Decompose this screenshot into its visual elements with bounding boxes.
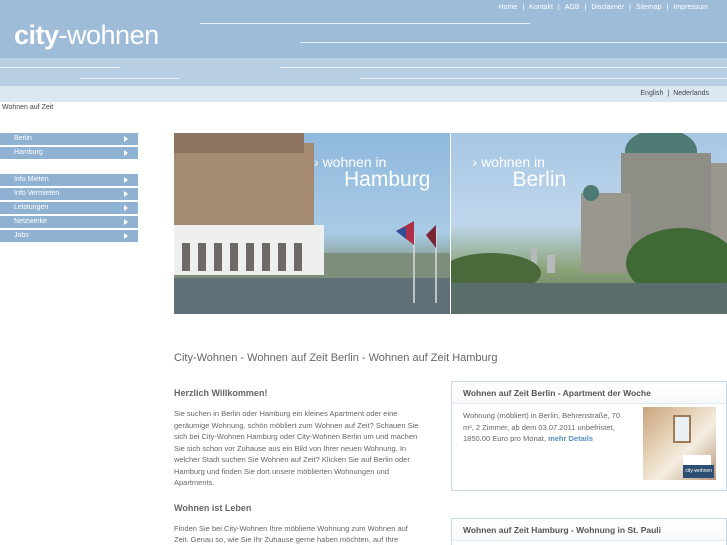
sidebar-item-label: Berlin <box>14 135 32 142</box>
main-content: Herzlich Willkommen! Sie suchen in Berli… <box>174 388 424 545</box>
site-logo[interactable]: city-wohnen <box>14 20 159 50</box>
sidebar-item-jobs[interactable]: Jobs <box>0 230 138 242</box>
hero-banner: › wohnen in Hamburg › wohnen in Berlin <box>174 133 727 314</box>
sidebar-item-berlin[interactable]: Berlin <box>0 133 138 145</box>
sidebar-item-info-mieten[interactable]: Info Mieten <box>0 174 138 186</box>
hero-berlin[interactable]: › wohnen in Berlin <box>450 133 727 314</box>
apartment-of-week-body: Wohnung (möbliert) in Berlin, Behrenstra… <box>452 404 726 480</box>
topnav-agb[interactable]: AGB <box>560 4 585 11</box>
topnav-sitemap[interactable]: Sitemap <box>631 4 667 11</box>
language-switcher: English | Nederlands <box>636 90 713 97</box>
sidebar-item-info-vermieten[interactable]: Info Vermieten <box>0 188 138 200</box>
topnav-kontakt[interactable]: Kontakt <box>524 4 558 11</box>
topnav-impressum[interactable]: Impressum <box>668 4 713 11</box>
lang-nederlands[interactable]: Nederlands <box>669 90 713 97</box>
header-line <box>200 23 530 24</box>
chevron-right-icon <box>124 191 128 197</box>
breadcrumb: Wohnen auf Zeit <box>2 104 54 111</box>
page-title: City-Wohnen - Wohnen auf Zeit Berlin - W… <box>174 352 498 364</box>
chevron-right-icon <box>124 136 128 142</box>
hero-hamburg[interactable]: › wohnen in Hamburg <box>174 133 450 314</box>
welcome-heading: Herzlich Willkommen! <box>174 388 268 398</box>
sidebar-item-label: Hamburg <box>14 149 43 156</box>
hamburg-apartment-title: Wohnen auf Zeit Hamburg - Wohnung in St.… <box>452 519 726 541</box>
sidebar-item-label: Info Vermieten <box>14 190 60 197</box>
apartment-thumbnail[interactable]: city-wohnen <box>643 407 716 480</box>
chevron-right-icon <box>124 150 128 156</box>
sidebar-item-leistungen[interactable]: Leistungen <box>0 202 138 214</box>
living-heading: Wohnen ist Leben <box>174 502 252 513</box>
more-details-link[interactable]: mehr Details <box>548 434 593 443</box>
header-band-middle <box>0 58 727 86</box>
chevron-right-icon <box>124 205 128 211</box>
header-line <box>300 42 727 43</box>
sidebar-item-label: Leistungen <box>14 204 49 211</box>
lang-english[interactable]: English <box>636 90 667 97</box>
thumbnail-tag: city-wohnen <box>683 464 714 478</box>
sidebar-item-hamburg[interactable]: Hamburg <box>0 147 138 159</box>
living-text: Finden Sie bei City-Wohnen Ihre möbliert… <box>174 523 408 545</box>
sidebar-item-netzwerke[interactable]: Netzwerke <box>0 216 138 228</box>
sidebar-item-label: Netzwerke <box>14 218 48 225</box>
sidebar-item-label: Info Mieten <box>14 176 49 183</box>
apartment-of-week-box: Wohnen auf Zeit Berlin - Apartment der W… <box>451 381 727 491</box>
apartment-description: Wohnung (möbliert) in Berlin, Behrenstra… <box>463 411 621 443</box>
site-header: city-wohnen Home | Kontakt | AGB | Disclaim… <box>0 0 727 102</box>
topnav-disclaimer[interactable]: Disclaimer <box>586 4 629 11</box>
chevron-right-icon <box>124 233 128 239</box>
header-band-bottom <box>0 86 727 102</box>
sidebar-nav: Berlin Hamburg Info Mieten Info Vermiete… <box>0 133 138 244</box>
sidebar-item-label: Jobs <box>14 232 29 239</box>
header-line <box>0 67 120 68</box>
topnav-home[interactable]: Home <box>494 4 523 11</box>
header-line <box>280 67 727 68</box>
top-navigation: Home | Kontakt | AGB | Disclaimer | Sitemap |… <box>494 4 713 11</box>
chevron-right-icon <box>124 177 128 183</box>
apartment-of-week-title: Wohnen auf Zeit Berlin - Apartment der W… <box>452 382 726 404</box>
chevron-right-icon <box>124 219 128 225</box>
hero-hamburg-title: › wohnen in Hamburg <box>314 154 431 191</box>
hamburg-apartment-box: Wohnen auf Zeit Hamburg - Wohnung in St.… <box>451 518 727 545</box>
header-line <box>360 78 727 79</box>
welcome-text: Sie suchen in Berlin oder Hamburg ein kl… <box>174 409 419 487</box>
header-line <box>80 78 180 79</box>
hero-berlin-title: › wohnen in Berlin <box>472 154 567 191</box>
